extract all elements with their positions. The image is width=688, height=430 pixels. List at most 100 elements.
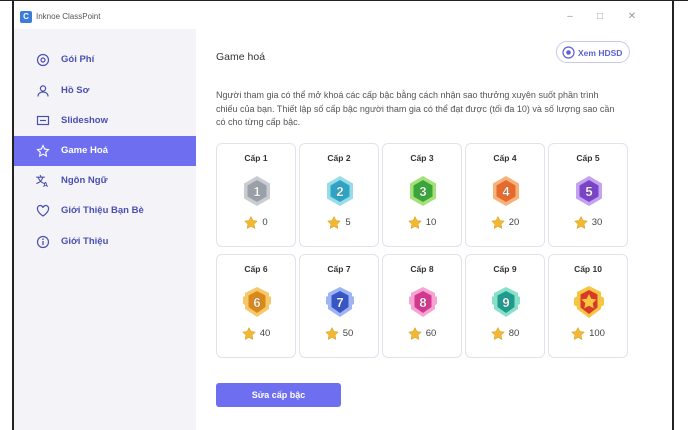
sidebar-item-language[interactable]: 文A Ngôn Ngữ — [14, 166, 196, 196]
star-count: 0 — [262, 217, 268, 228]
heart-icon — [36, 204, 50, 217]
level-card[interactable]: Cấp 1 1 0 — [216, 143, 296, 247]
level-stars-requirement: 10 — [383, 216, 461, 230]
sidebar-item-slideshow[interactable]: Slideshow — [14, 106, 196, 136]
level-stars-requirement: 0 — [217, 216, 295, 230]
star-icon — [407, 216, 422, 229]
sidebar: Gói Phí Hồ Sơ Slideshow Game Hoá 文A Ngôn… — [14, 29, 196, 430]
svg-text:7: 7 — [336, 295, 343, 310]
star-icon — [244, 216, 259, 229]
title-bar: C Inknoe ClassPoint – □ ✕ — [14, 7, 654, 29]
sidebar-item-referral[interactable]: Giới Thiệu Bạn Bè — [14, 196, 196, 226]
minimize-button[interactable]: – — [562, 10, 578, 24]
user-icon — [37, 85, 49, 97]
sidebar-item-gamification[interactable]: Game Hoá — [14, 136, 196, 166]
sidebar-item-label: Gói Phí — [61, 54, 95, 65]
level-badge-icon: 9 — [492, 287, 520, 317]
play-circle-icon — [562, 46, 575, 59]
sidebar-item-label: Ngôn Ngữ — [61, 175, 108, 186]
level-card[interactable]: Cấp 10 100 — [548, 254, 628, 358]
level-stars-requirement: 30 — [549, 216, 627, 230]
level-badge-icon: 6 — [243, 287, 271, 317]
star-icon — [407, 327, 422, 340]
svg-text:5: 5 — [585, 184, 592, 199]
close-button[interactable]: ✕ — [624, 10, 640, 24]
user-guide-label: Xem HDSD — [578, 48, 623, 58]
level-card[interactable]: Cấp 6 6 40 — [216, 254, 296, 358]
svg-text:3: 3 — [419, 184, 426, 199]
svg-text:6: 6 — [253, 295, 260, 310]
star-count: 30 — [591, 217, 603, 228]
star-outline-icon — [36, 144, 50, 158]
star-icon — [571, 327, 585, 340]
level-title: Cấp 1 — [244, 153, 268, 163]
window-title: Inknoe ClassPoint — [36, 12, 101, 21]
level-card[interactable]: Cấp 2 2 5 — [299, 143, 379, 247]
edit-levels-button[interactable]: Sửa cấp bậc — [216, 383, 341, 407]
app-logo-icon: C — [20, 11, 32, 23]
level-title: Cấp 3 — [410, 153, 434, 163]
level-title: Cấp 10 — [574, 264, 602, 274]
info-icon — [36, 235, 50, 249]
gamification-description: Người tham gia có thể mở khoá các cấp bậ… — [216, 90, 615, 127]
sidebar-item-label: Giới Thiệu Bạn Bè — [61, 205, 144, 216]
sidebar-item-label: Hồ Sơ — [61, 85, 90, 96]
translate-icon: 文A — [36, 174, 48, 188]
level-stars-requirement: 5 — [300, 216, 378, 230]
svg-text:8: 8 — [419, 295, 426, 310]
star-count: 50 — [342, 328, 354, 339]
level-badge-icon: 2 — [327, 176, 353, 206]
level-title: Cấp 4 — [493, 153, 517, 163]
star-icon — [490, 327, 505, 340]
level-badge-icon: 1 — [244, 176, 270, 206]
sidebar-item-label: Slideshow — [61, 115, 108, 126]
level-card[interactable]: Cấp 7 7 50 — [299, 254, 379, 358]
star-icon — [573, 216, 588, 229]
level-stars-requirement: 20 — [466, 216, 544, 230]
level-stars-requirement: 80 — [466, 327, 544, 341]
slideshow-icon — [36, 115, 50, 126]
level-card[interactable]: Cấp 4 4 20 — [465, 143, 545, 247]
level-title: Cấp 6 — [244, 264, 268, 274]
level-card[interactable]: Cấp 8 8 60 — [382, 254, 462, 358]
settings-window: C Inknoe ClassPoint – □ ✕ Gói Phí Hồ Sơ … — [14, 7, 654, 430]
level-badge-icon: 4 — [493, 176, 519, 206]
level-card[interactable]: Cấp 3 3 10 — [382, 143, 462, 247]
level-card[interactable]: Cấp 9 9 80 — [465, 254, 545, 358]
sidebar-item-about[interactable]: Giới Thiệu — [14, 227, 196, 257]
level-title: Cấp 8 — [410, 264, 434, 274]
svg-text:2: 2 — [336, 184, 343, 199]
sidebar-item-plans[interactable]: Gói Phí — [14, 45, 196, 75]
star-count: 5 — [345, 217, 351, 228]
level-badge-icon: 7 — [326, 287, 354, 317]
level-badge-icon: 8 — [409, 287, 437, 317]
level-title: Cấp 7 — [327, 264, 351, 274]
svg-text:A: A — [43, 182, 48, 188]
star-count: 80 — [508, 328, 520, 339]
maximize-button[interactable]: □ — [592, 10, 608, 24]
level-title: Cấp 2 — [327, 153, 351, 163]
star-icon — [327, 216, 342, 229]
star-icon — [324, 327, 339, 340]
sidebar-item-profile[interactable]: Hồ Sơ — [14, 76, 196, 106]
level-card[interactable]: Cấp 5 5 30 — [548, 143, 628, 247]
level-title: Cấp 5 — [576, 153, 600, 163]
sidebar-item-label: Game Hoá — [61, 145, 108, 156]
level-title: Cấp 9 — [493, 264, 517, 274]
star-count: 10 — [425, 217, 437, 228]
gift-icon — [36, 53, 50, 67]
level-badge-icon: 3 — [410, 176, 436, 206]
level-badge-icon — [574, 286, 604, 318]
svg-text:4: 4 — [502, 184, 510, 199]
star-icon — [490, 216, 505, 229]
main-panel: Game hoá Xem HDSD Người tham gia có thể … — [196, 29, 654, 430]
level-badge-icon: 5 — [576, 176, 602, 206]
star-count: 40 — [259, 328, 271, 339]
sidebar-item-label: Giới Thiệu — [61, 236, 109, 247]
level-stars-requirement: 100 — [549, 327, 627, 341]
level-stars-requirement: 50 — [300, 327, 378, 341]
user-guide-button[interactable]: Xem HDSD — [556, 41, 630, 63]
svg-text:9: 9 — [502, 295, 509, 310]
star-count: 100 — [589, 328, 605, 339]
star-count: 60 — [425, 328, 437, 339]
